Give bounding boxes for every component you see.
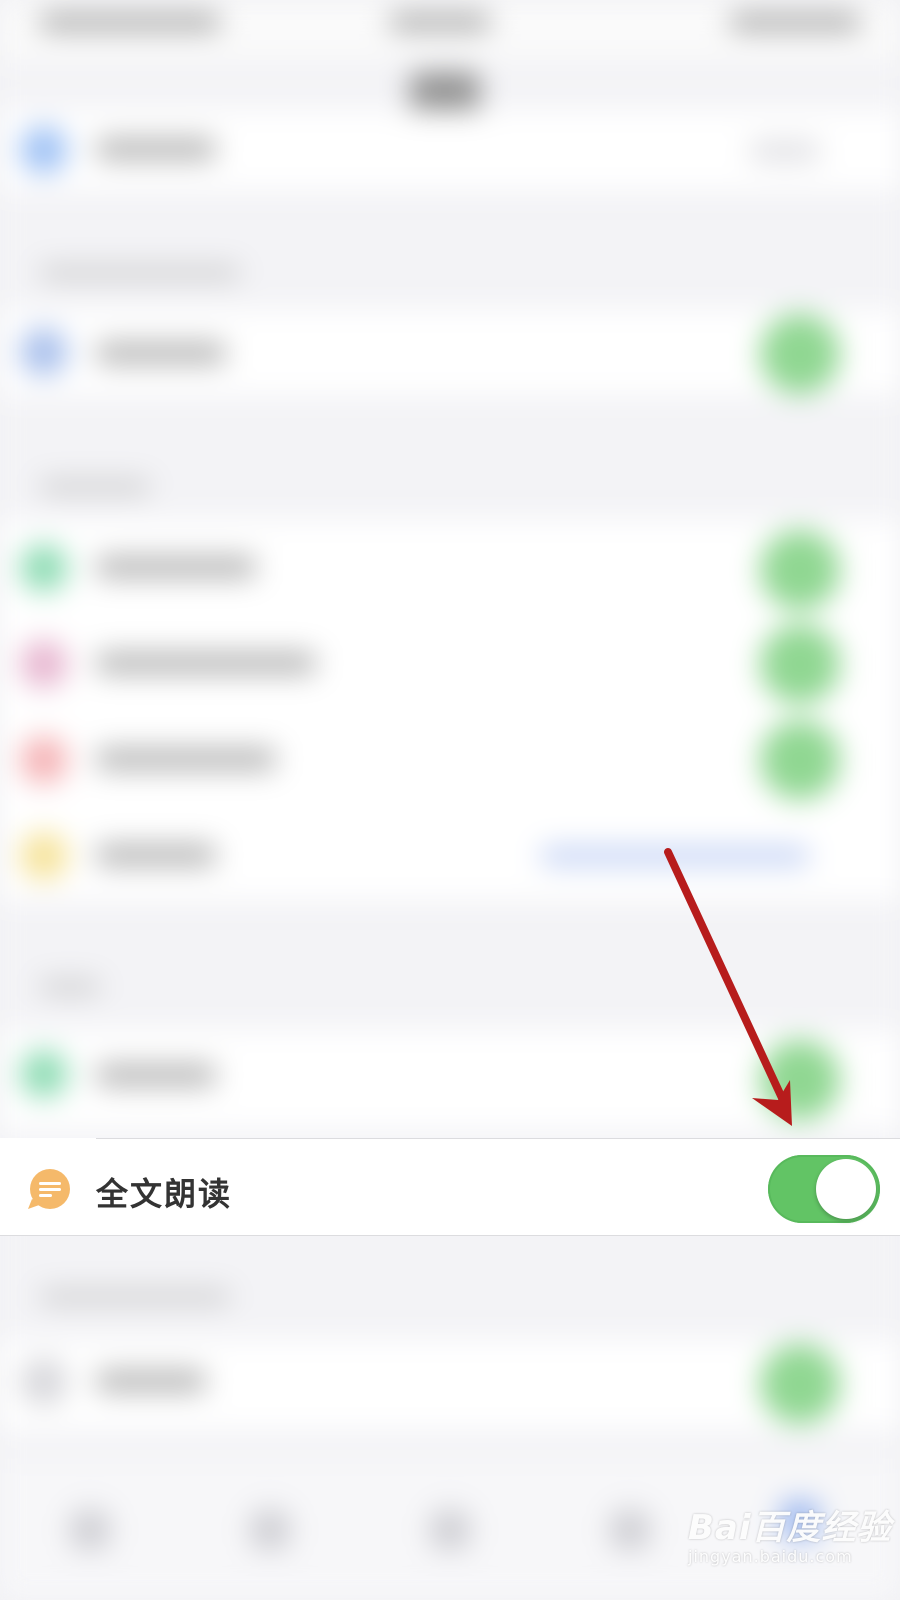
arrow-shaft — [664, 848, 786, 1102]
watermark-brand: Bai百度经验 — [688, 1508, 892, 1548]
watermark-url: jingyan.baidu.com — [688, 1547, 853, 1566]
red-arrow-annotation — [664, 848, 792, 1126]
watermark-logo: Bai百度经验 jingyan.baidu.com — [688, 1500, 892, 1566]
arrow-head — [752, 1080, 792, 1126]
